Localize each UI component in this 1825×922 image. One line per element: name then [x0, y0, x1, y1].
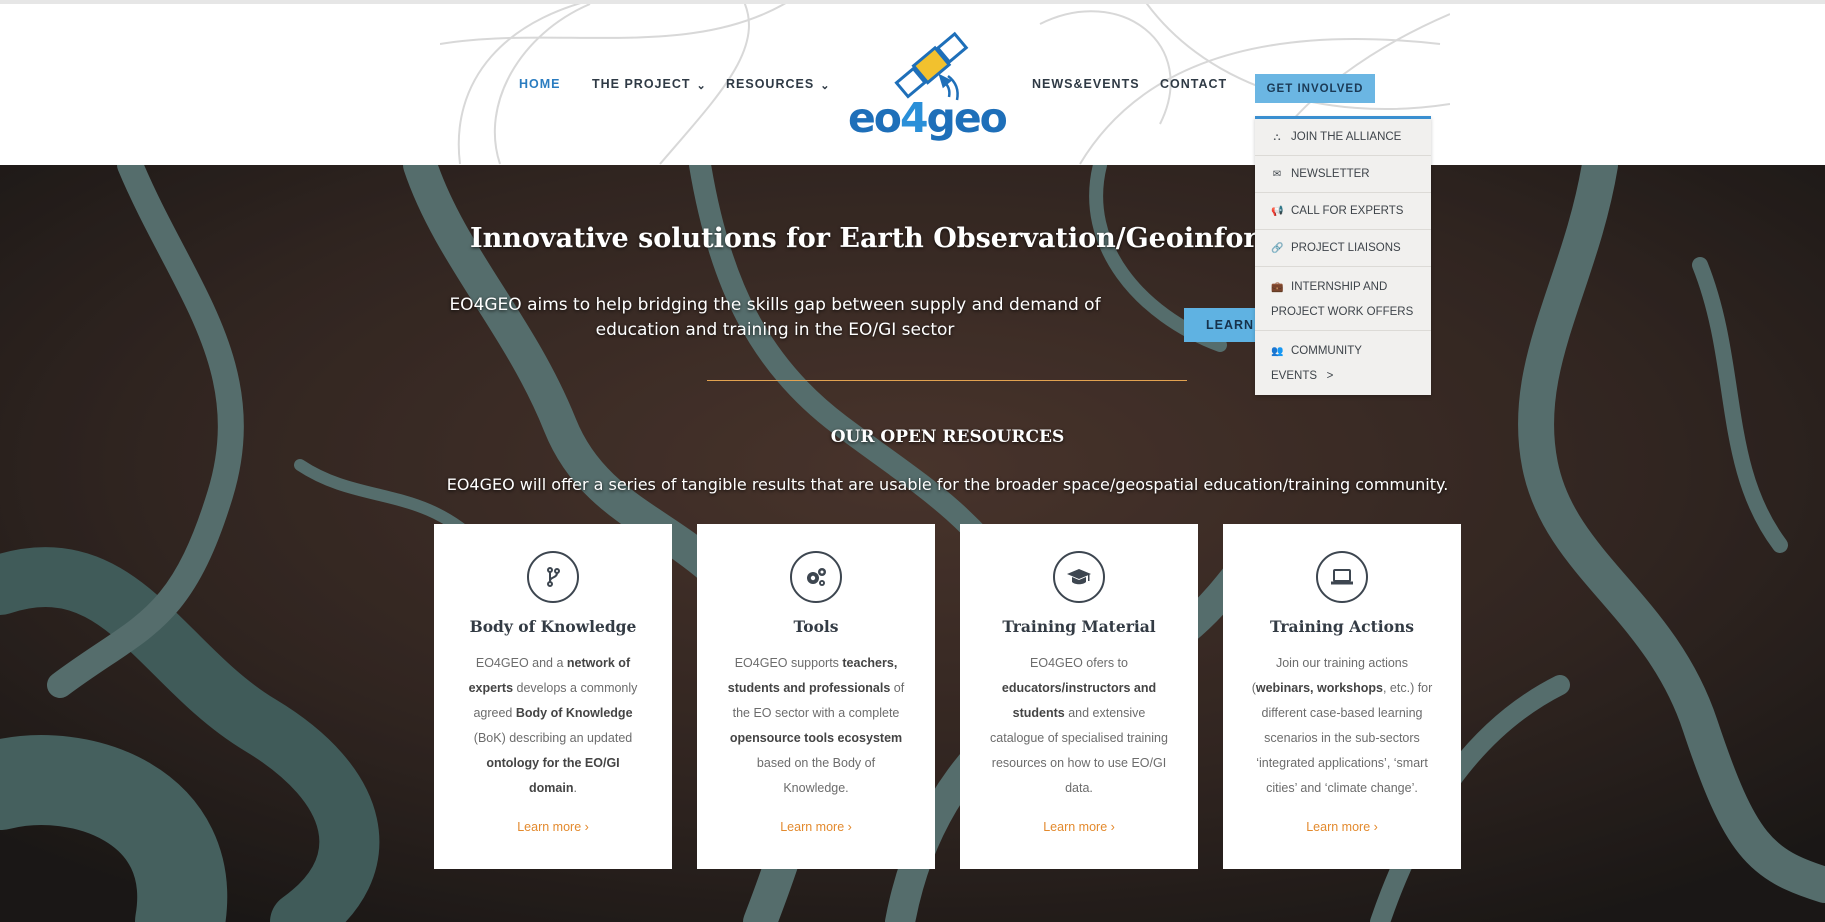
dropdown-item-community-events[interactable]: 👥 COMMUNITY EVENTS > [1255, 331, 1431, 395]
card-title: Training Actions [1269, 617, 1414, 636]
dropdown-item-label: INTERNSHIP AND [1291, 281, 1388, 293]
learn-more-link[interactable]: Learn more › [960, 820, 1198, 834]
card-tools: Tools EO4GEO supports teachers, students… [697, 524, 935, 869]
card-description: EO4GEO and a network of experts develops… [468, 656, 638, 795]
get-involved-button[interactable]: GET INVOLVED [1255, 74, 1375, 103]
nav-home[interactable]: HOME [519, 77, 561, 91]
briefcase-icon: 💼 [1271, 282, 1284, 293]
logo-text-eo: eo [848, 94, 902, 142]
learn-more-link[interactable]: Learn more › [434, 820, 672, 834]
hero-section: Innovative solutions for Earth Observati… [0, 165, 1825, 922]
dropdown-item-label: PROJECT LIAISONS [1291, 242, 1401, 254]
logo-text-4: 4 [899, 94, 928, 142]
hero-title: Innovative solutions for Earth Observati… [470, 223, 1365, 254]
card-description: EO4GEO ofers to educators/instructors an… [990, 656, 1168, 795]
users-icon: 👥 [1271, 346, 1284, 357]
card-body-of-knowledge: Body of Knowledge EO4GEO and a network o… [434, 524, 672, 869]
laptop-icon [1316, 551, 1368, 603]
dropdown-item-label: NEWSLETTER [1291, 168, 1370, 180]
card-title: Body of Knowledge [469, 617, 637, 636]
graduation-cap-icon [1053, 551, 1105, 603]
dropdown-item-call-for-experts[interactable]: 📢 CALL FOR EXPERTS [1255, 193, 1431, 230]
dropdown-item-label: COMMUNITY [1291, 345, 1362, 357]
envelope-icon: ✉ [1272, 169, 1282, 180]
nav-the-project[interactable]: THE PROJECT ⌄ [592, 77, 707, 92]
eo4geo-logo-text[interactable]: eo4geo [848, 94, 1008, 142]
sitemap-icon: ⛬ [1273, 132, 1281, 143]
dropdown-item-join-alliance[interactable]: ⛬ JOIN THE ALLIANCE [1255, 119, 1431, 156]
card-title: Training Material [1002, 617, 1156, 636]
card-description: EO4GEO supports teachers, students and p… [727, 656, 905, 795]
resources-subtitle: EO4GEO will offer a series of tangible r… [446, 475, 1449, 494]
bullhorn-icon: 📢 [1271, 206, 1284, 217]
nav-news-events[interactable]: NEWS&EVENTS [1032, 77, 1140, 91]
logo-text-geo: geo [926, 94, 1008, 142]
learn-more-link[interactable]: Learn more › [1223, 820, 1461, 834]
hero-divider [707, 380, 1187, 381]
card-title: Tools [793, 617, 839, 636]
dropdown-item-label: CALL FOR EXPERTS [1291, 205, 1404, 217]
card-training-material: Training Material EO4GEO ofers to educat… [960, 524, 1198, 869]
branch-icon [527, 551, 579, 603]
get-involved-dropdown: ⛬ JOIN THE ALLIANCE ✉ NEWSLETTER 📢 CALL FOR… [1255, 116, 1431, 395]
nav-the-project-label: THE PROJECT [592, 77, 691, 91]
dropdown-item-label-line2: PROJECT WORK OFFERS [1271, 306, 1414, 318]
dropdown-item-newsletter[interactable]: ✉ NEWSLETTER [1255, 156, 1431, 193]
card-description: Join our training actions (webinars, wor… [1251, 656, 1433, 795]
hero-subtitle: EO4GEO aims to help bridging the skills … [449, 295, 1101, 340]
nav-resources[interactable]: RESOURCES ⌄ [726, 77, 831, 92]
learn-more-link[interactable]: Learn more › [697, 820, 935, 834]
link-icon: 🔗 [1271, 243, 1284, 254]
nav-contact[interactable]: CONTACT [1160, 77, 1227, 91]
cogs-icon [790, 551, 842, 603]
dropdown-item-label-line2: EVENTS > [1271, 370, 1334, 382]
card-training-actions: Training Actions Join our training actio… [1223, 524, 1461, 869]
dropdown-item-internship[interactable]: 💼 INTERNSHIP AND PROJECT WORK OFFERS [1255, 267, 1431, 331]
chevron-down-icon: ⌄ [820, 80, 831, 92]
dropdown-item-label: JOIN THE ALLIANCE [1291, 131, 1402, 143]
chevron-down-icon: ⌄ [696, 80, 707, 92]
site-header: HOME THE PROJECT ⌄ RESOURCES ⌄ eo4geo NEWS… [0, 4, 1825, 165]
resources-title: OUR OPEN RESOURCES [830, 427, 1065, 447]
dropdown-item-project-liaisons[interactable]: 🔗 PROJECT LIAISONS [1255, 230, 1431, 267]
nav-resources-label: RESOURCES [726, 77, 815, 91]
